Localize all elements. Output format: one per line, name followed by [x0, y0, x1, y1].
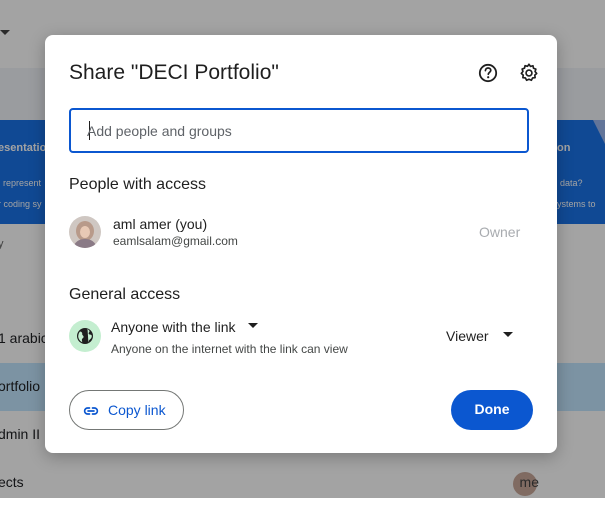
- add-people-field[interactable]: [69, 108, 529, 153]
- access-option-label: Anyone with the link: [111, 319, 236, 335]
- people-with-access-heading: People with access: [69, 176, 206, 193]
- user-name: aml amer (you): [113, 216, 208, 232]
- avatar: [69, 216, 101, 248]
- help-icon[interactable]: [477, 62, 499, 84]
- link-icon: [83, 407, 99, 415]
- chevron-down-icon: [502, 332, 513, 338]
- done-button[interactable]: Done: [451, 390, 533, 430]
- add-people-input[interactable]: [87, 110, 507, 151]
- globe-icon: [69, 320, 101, 352]
- owner-role-label: Owner: [479, 224, 521, 240]
- done-label: Done: [474, 401, 510, 417]
- bottom-strip: [0, 498, 605, 529]
- access-description: Anyone on the internet with the link can…: [111, 342, 348, 356]
- role-option-label: Viewer: [446, 328, 489, 344]
- role-dropdown[interactable]: Viewer: [446, 328, 513, 346]
- access-dropdown[interactable]: Anyone with the link: [111, 319, 258, 339]
- dialog-title: Share "DECI Portfolio": [69, 61, 279, 84]
- copy-link-label: Copy link: [108, 402, 166, 418]
- chevron-down-icon: [247, 323, 258, 329]
- user-email: eamlsalam@gmail.com: [113, 234, 238, 248]
- share-dialog: Share "DECI Portfolio" People with acces…: [45, 35, 557, 453]
- gear-icon[interactable]: [518, 62, 540, 84]
- copy-link-button[interactable]: Copy link: [69, 390, 184, 430]
- general-access-heading: General access: [69, 286, 181, 303]
